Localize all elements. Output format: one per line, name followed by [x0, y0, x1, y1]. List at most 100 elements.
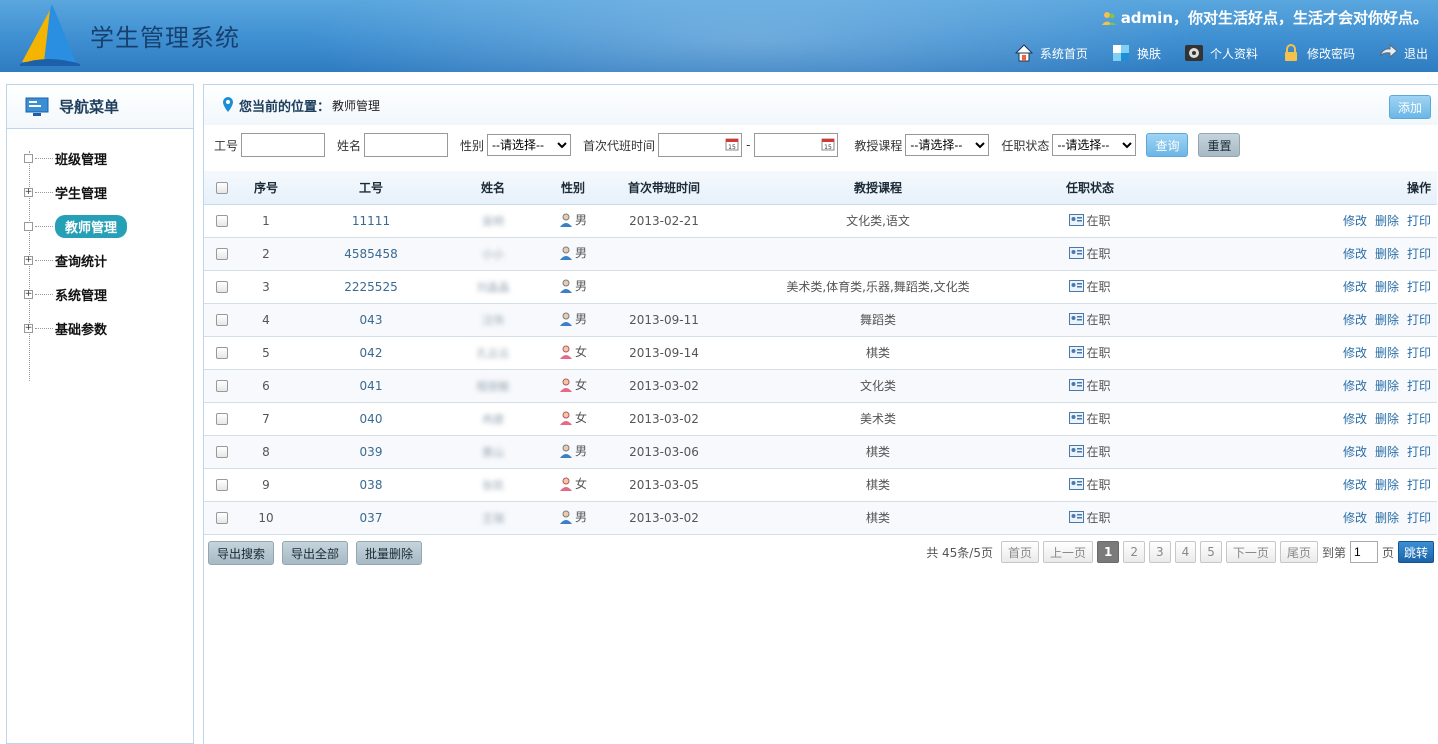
tree-expand-icon[interactable]: +: [24, 323, 33, 333]
last-page-button[interactable]: 尾页: [1279, 541, 1318, 563]
row-checkbox[interactable]: [216, 413, 228, 425]
tree-expand-icon[interactable]: +: [24, 255, 33, 265]
row-checkbox[interactable]: [216, 380, 228, 392]
col-name: 姓名: [450, 171, 536, 205]
cell-course: 美术类: [718, 402, 1038, 436]
print-link[interactable]: 打印: [1407, 280, 1431, 294]
export-all-button[interactable]: 导出全部: [282, 541, 349, 565]
sidebar-item-teacher[interactable]: 教师管理: [7, 209, 193, 243]
gender-select[interactable]: --请选择--: [487, 134, 572, 156]
print-link[interactable]: 打印: [1407, 478, 1431, 492]
select-all-checkbox[interactable]: [216, 181, 228, 194]
delete-link[interactable]: 删除: [1375, 280, 1399, 294]
nav-logout[interactable]: 退出: [1377, 42, 1428, 64]
id-input[interactable]: [241, 133, 326, 157]
pager-summary: 共 45条/5页: [926, 545, 993, 560]
edit-link[interactable]: 修改: [1343, 313, 1367, 327]
cell-course: 棋类: [718, 501, 1038, 535]
sidebar-item-class[interactable]: 班级管理: [7, 141, 193, 175]
goto-button[interactable]: 跳转: [1397, 541, 1434, 563]
print-link[interactable]: 打印: [1407, 412, 1431, 426]
page-button-current[interactable]: 1: [1097, 541, 1120, 563]
sidebar-item-system[interactable]: + 系统管理: [7, 277, 193, 311]
first-page-button[interactable]: 首页: [1000, 541, 1039, 563]
delete-link[interactable]: 删除: [1375, 379, 1399, 393]
edit-link[interactable]: 修改: [1343, 346, 1367, 360]
print-link[interactable]: 打印: [1407, 511, 1431, 525]
print-link[interactable]: 打印: [1407, 379, 1431, 393]
edit-link[interactable]: 修改: [1343, 280, 1367, 294]
calendar-icon[interactable]: 15: [821, 137, 835, 151]
nav-password[interactable]: 修改密码: [1280, 42, 1355, 64]
print-link[interactable]: 打印: [1407, 346, 1431, 360]
female-user-icon: [559, 411, 572, 425]
female-user-icon: [559, 378, 572, 392]
sidebar-item-params[interactable]: + 基础参数: [7, 311, 193, 345]
page-button[interactable]: 4: [1174, 541, 1197, 563]
goto-page-input[interactable]: [1349, 541, 1378, 563]
id-card-icon: [1069, 445, 1085, 458]
cell-id: 039: [292, 435, 450, 469]
female-user-icon: [559, 477, 572, 491]
query-button[interactable]: 查询: [1146, 133, 1189, 157]
status-text: 在职: [1086, 444, 1111, 459]
edit-link[interactable]: 修改: [1343, 379, 1367, 393]
nav-skin[interactable]: 换肤: [1110, 42, 1161, 64]
add-button[interactable]: 添加: [1388, 95, 1431, 119]
row-checkbox[interactable]: [216, 512, 228, 524]
row-checkbox[interactable]: [216, 314, 228, 326]
nav-profile[interactable]: 个人资料: [1183, 42, 1258, 64]
page-button[interactable]: 2: [1123, 541, 1145, 563]
delete-link[interactable]: 删除: [1375, 511, 1399, 525]
edit-link[interactable]: 修改: [1343, 412, 1367, 426]
edit-link[interactable]: 修改: [1343, 214, 1367, 228]
name-input[interactable]: [364, 133, 449, 157]
edit-link[interactable]: 修改: [1343, 445, 1367, 459]
delete-link[interactable]: 删除: [1375, 247, 1399, 261]
cell-ops: 修改 删除 打印: [1142, 468, 1437, 502]
calendar-icon[interactable]: 15: [725, 137, 739, 151]
delete-link[interactable]: 删除: [1375, 313, 1399, 327]
tree-toggle-icon[interactable]: [24, 153, 33, 163]
row-checkbox[interactable]: [216, 347, 228, 359]
nav-home[interactable]: 系统首页: [1013, 42, 1088, 64]
print-link[interactable]: 打印: [1407, 214, 1431, 228]
male-user-icon: [559, 444, 572, 458]
status-select[interactable]: --请选择--: [1052, 134, 1137, 156]
page-button[interactable]: 5: [1200, 541, 1222, 563]
prev-page-button[interactable]: 上一页: [1042, 541, 1093, 563]
edit-link[interactable]: 修改: [1343, 247, 1367, 261]
tree-toggle-icon[interactable]: [24, 221, 33, 231]
batch-delete-button[interactable]: 批量删除: [356, 541, 423, 565]
row-checkbox[interactable]: [216, 479, 228, 491]
sidebar-item-label: 查询统计: [55, 254, 108, 270]
delete-link[interactable]: 删除: [1375, 214, 1399, 228]
sidebar-item-student[interactable]: + 学生管理: [7, 175, 193, 209]
delete-link[interactable]: 删除: [1375, 445, 1399, 459]
next-page-button[interactable]: 下一页: [1225, 541, 1276, 563]
edit-link[interactable]: 修改: [1343, 478, 1367, 492]
sidebar-item-query[interactable]: + 查询统计: [7, 243, 193, 277]
print-link[interactable]: 打印: [1407, 313, 1431, 327]
tree-expand-icon[interactable]: +: [24, 187, 33, 197]
status-text: 在职: [1086, 345, 1111, 360]
print-link[interactable]: 打印: [1407, 445, 1431, 459]
edit-link[interactable]: 修改: [1343, 511, 1367, 525]
row-checkbox[interactable]: [216, 281, 228, 293]
export-search-button[interactable]: 导出搜索: [208, 541, 275, 565]
row-checkbox[interactable]: [216, 446, 228, 458]
tree-expand-icon[interactable]: +: [24, 289, 33, 299]
delete-link[interactable]: 删除: [1375, 412, 1399, 426]
delete-link[interactable]: 删除: [1375, 346, 1399, 360]
row-checkbox[interactable]: [216, 215, 228, 227]
nav-home-label: 系统首页: [1039, 46, 1088, 61]
delete-link[interactable]: 删除: [1375, 478, 1399, 492]
row-checkbox[interactable]: [216, 248, 228, 260]
status-text: 在职: [1086, 312, 1111, 327]
print-link[interactable]: 打印: [1407, 247, 1431, 261]
reset-button[interactable]: 重置: [1198, 133, 1241, 157]
sail-logo-icon: [20, 4, 80, 66]
breadcrumb: 您当前的位置： 教师管理 添加: [204, 85, 1438, 125]
course-select[interactable]: --请选择--: [905, 134, 990, 156]
page-button[interactable]: 3: [1149, 541, 1171, 563]
